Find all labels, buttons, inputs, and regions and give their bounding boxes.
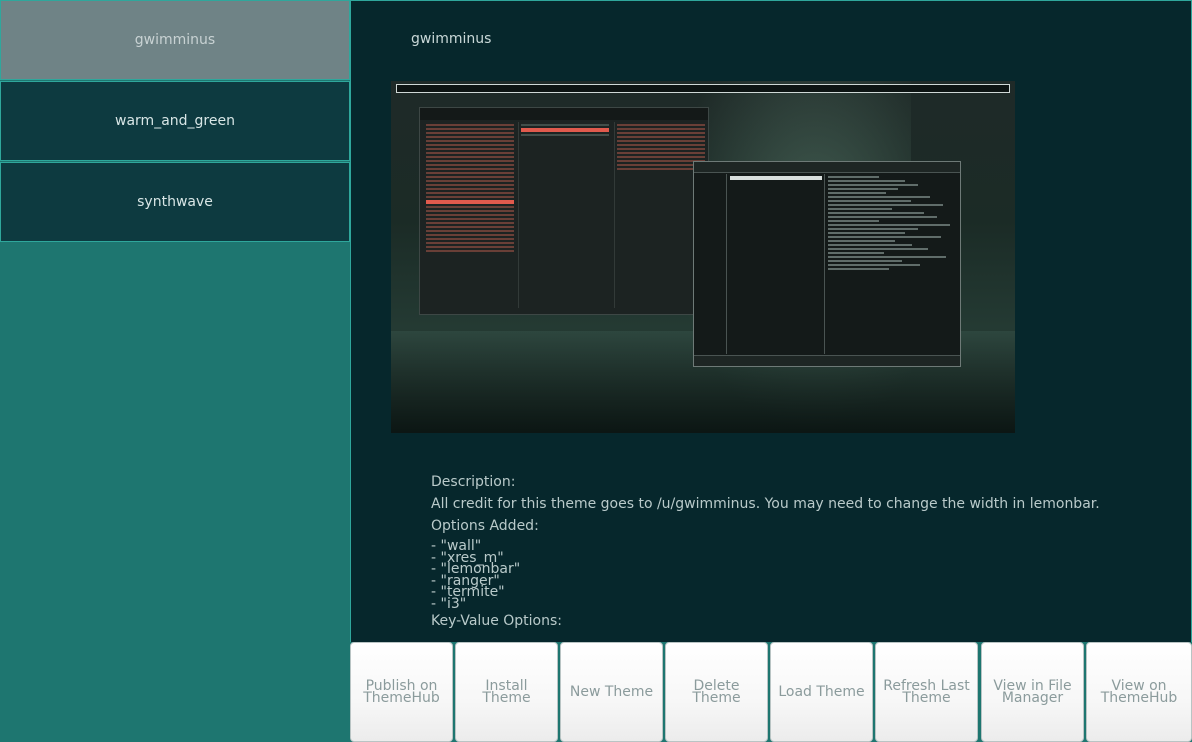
sidebar-item-gwimminus[interactable]: gwimminus — [0, 0, 350, 80]
option-item: - "lemonbar" — [431, 561, 521, 577]
preview-lemonbar — [396, 84, 1010, 93]
description-heading: Description: — [431, 474, 516, 490]
theme-preview-image — [391, 81, 1015, 433]
preview-pane — [696, 174, 727, 354]
sidebar-item-synthwave[interactable]: synthwave — [0, 162, 350, 242]
options-heading: Options Added: — [431, 518, 539, 534]
sidebar-item-label: gwimminus — [134, 32, 216, 48]
sidebar-item-label: synthwave — [137, 194, 213, 210]
load-theme-button[interactable]: Load Theme — [770, 642, 873, 742]
publish-on-themehub-button[interactable]: Publish on ThemeHub — [350, 642, 453, 742]
sidebar-item-label: warm_and_green — [115, 113, 235, 129]
preview-window-header — [420, 108, 708, 120]
sidebar-item-warm-and-green[interactable]: warm_and_green — [0, 81, 350, 161]
new-theme-button[interactable]: New Theme — [560, 642, 663, 742]
option-item: - "ranger" — [431, 572, 500, 589]
preview-ranger-window — [419, 107, 709, 315]
preview-window-header — [694, 162, 960, 173]
preview-code — [828, 174, 956, 354]
preview-column — [424, 122, 516, 308]
preview-status-bar — [694, 355, 960, 366]
option-item: - "wall" — [431, 538, 482, 554]
description-text: All credit for this theme goes to /u/gwi… — [431, 496, 1100, 512]
option-item: - "i3" — [431, 595, 467, 612]
install-theme-button[interactable]: Install Theme — [455, 642, 558, 742]
action-toolbar: Publish on ThemeHub Install Theme New Th… — [350, 642, 1192, 742]
theme-sidebar: gwimminus warm_and_green synthwave — [0, 0, 350, 742]
options-list: - "wall" - "xres_m" - "lemonbar" - "rang… — [431, 538, 1100, 612]
delete-theme-button[interactable]: Delete Theme — [665, 642, 768, 742]
theme-detail-panel: gwimminus Description: All credit for th… — [350, 0, 1192, 642]
option-item: - "termite" — [431, 584, 505, 600]
preview-column — [518, 122, 611, 308]
key-value-heading: Key-Value Options: — [431, 613, 562, 629]
page-title: gwimminus — [411, 31, 492, 47]
refresh-last-theme-button[interactable]: Refresh Last Theme — [875, 642, 978, 742]
preview-terminal-window — [693, 161, 961, 367]
view-in-file-manager-button[interactable]: View in File Manager — [981, 642, 1084, 742]
option-item: - "xres_m" — [431, 549, 504, 566]
view-on-themehub-button[interactable]: View on ThemeHub — [1086, 642, 1192, 742]
preview-pane — [728, 174, 825, 354]
theme-description: Description: All credit for this theme g… — [431, 471, 1100, 630]
